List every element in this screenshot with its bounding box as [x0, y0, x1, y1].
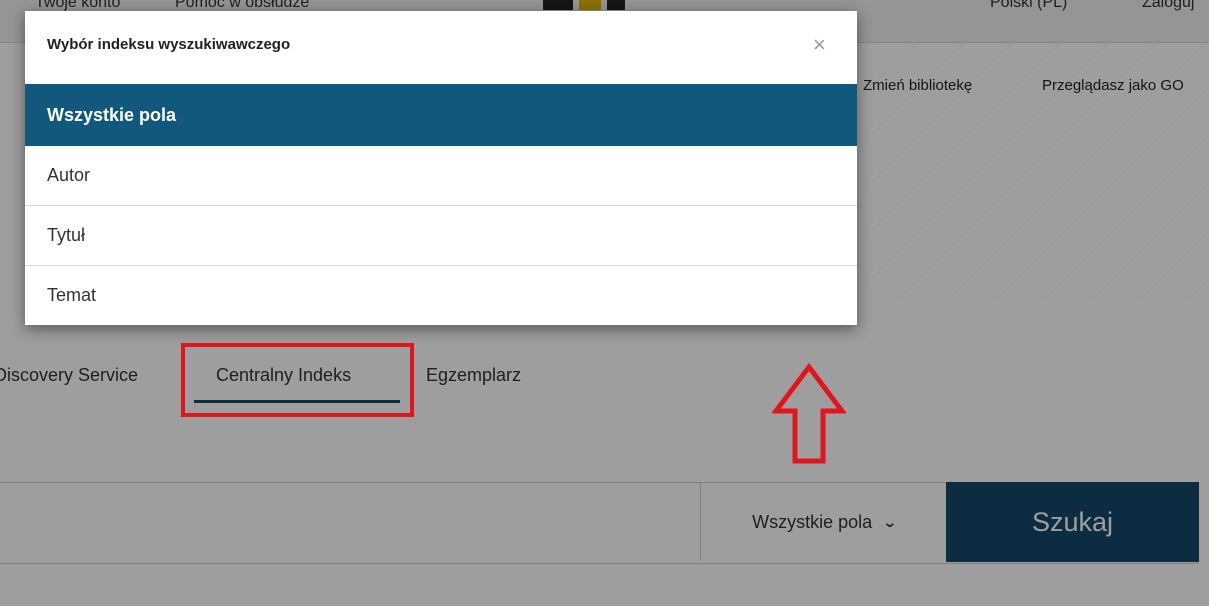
option-label: Temat [47, 285, 97, 305]
option-author[interactable]: Autor [25, 146, 857, 206]
dialog-header: Wybór indeksu wyszukiwawczego × [25, 11, 857, 84]
option-title[interactable]: Tytuł [25, 206, 857, 266]
option-label: Tytuł [47, 225, 86, 245]
annotation-highlight-box [181, 343, 414, 417]
arrow-up-icon [772, 363, 846, 464]
option-all-fields[interactable]: Wszystkie pola [25, 84, 857, 146]
option-subject[interactable]: Temat [25, 266, 857, 325]
option-label: Autor [47, 165, 91, 185]
close-icon[interactable]: × [813, 33, 826, 57]
option-label: Wszystkie pola [47, 104, 177, 125]
dialog-title: Wybór indeksu wyszukiwawczego [47, 36, 291, 53]
search-index-dialog: Wybór indeksu wyszukiwawczego × Wszystki… [25, 11, 857, 325]
